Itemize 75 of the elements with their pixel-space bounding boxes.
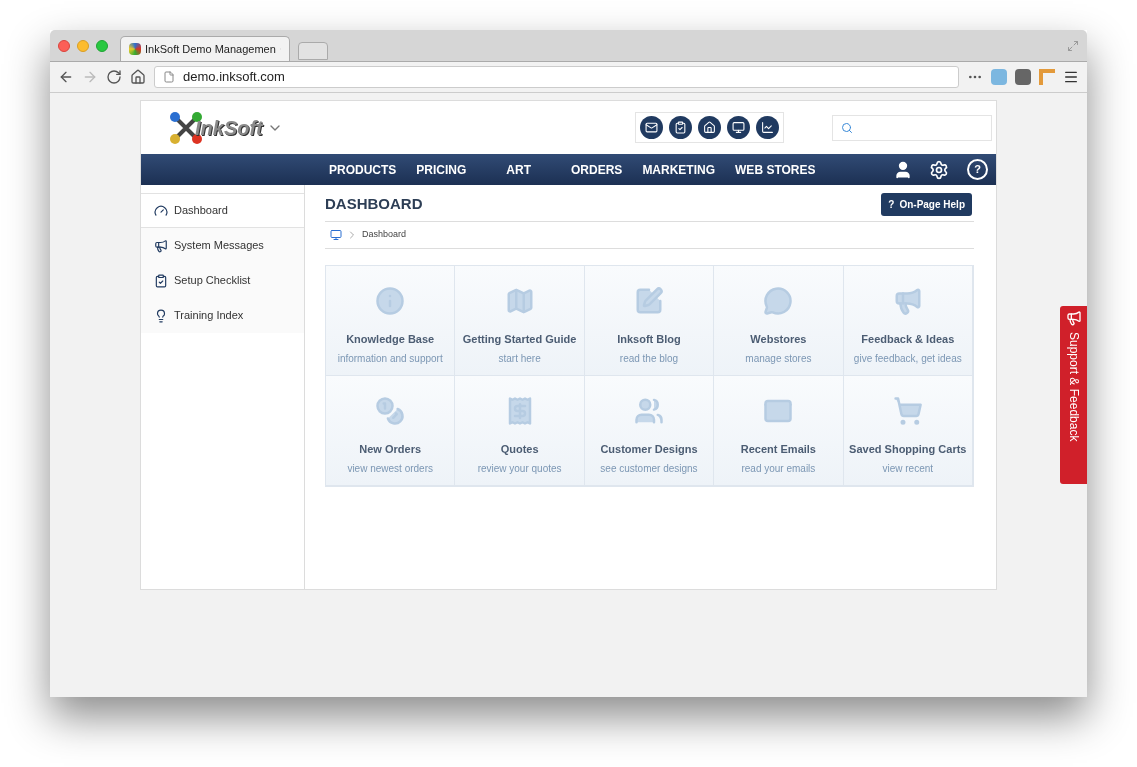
tile-subtitle: start here: [498, 351, 541, 366]
user-icon[interactable]: [893, 159, 913, 180]
home-icon[interactable]: [698, 116, 721, 139]
search-icon: [841, 121, 853, 134]
megaphone-icon: [1065, 310, 1082, 326]
logo-icon: [129, 43, 141, 55]
people-icon: [634, 396, 664, 426]
tile-title: Feedback & Ideas: [861, 332, 955, 347]
help-button[interactable]: ?: [967, 159, 988, 180]
mail-icon[interactable]: [640, 116, 663, 139]
edit-icon: [634, 286, 664, 316]
lightbulb-icon: [154, 308, 168, 323]
speech-bubble-icon: [763, 286, 794, 316]
help-button[interactable]: ? On-Page Help: [881, 193, 972, 216]
nav-link[interactable]: ORDERS: [561, 160, 633, 179]
tile-title: Webstores: [750, 332, 807, 347]
tile-subtitle: view newest orders: [347, 461, 433, 476]
sidebar-item[interactable]: Setup Checklist: [141, 263, 304, 298]
home-icon[interactable]: [130, 69, 146, 85]
tile-title: Inksoft Blog: [617, 332, 681, 347]
settings-icon[interactable]: [929, 159, 949, 180]
computer-icon[interactable]: [330, 229, 342, 241]
clipboard-icon: [154, 273, 168, 288]
tile-title: Getting Started Guide: [462, 332, 577, 347]
tile-title: Knowledge Base: [346, 332, 435, 347]
tile-subtitle: view recent: [882, 461, 934, 476]
cart-icon: [892, 396, 923, 426]
address-bar[interactable]: demo.inksoft.com: [154, 66, 959, 88]
monitor-icon[interactable]: [727, 116, 750, 139]
clipboard-icon[interactable]: [669, 116, 692, 139]
tile-subtitle: read the blog: [619, 351, 679, 366]
dashboard-tile[interactable]: Feedback & Ideas give feedback, get ideas: [843, 266, 973, 376]
menu-icon[interactable]: [1063, 69, 1079, 85]
tile-subtitle: read your emails: [741, 461, 816, 476]
tile-subtitle: review your quotes: [477, 461, 562, 476]
sidebar-item[interactable]: Training Index: [141, 298, 304, 333]
tile-subtitle: give feedback, get ideas: [853, 351, 962, 366]
nav-link[interactable]: PRICING: [406, 160, 477, 179]
tab-title: InkSoft Demo Managemen: [145, 41, 276, 57]
nav-link[interactable]: PRODUCTS: [319, 160, 407, 179]
tile-title: Quotes: [500, 442, 539, 457]
dashboard-tile[interactable]: Recent Emails read your emails: [714, 376, 844, 486]
search-field[interactable]: [832, 114, 992, 141]
nav-link[interactable]: WEB STORES: [725, 160, 826, 179]
tile-title: Recent Emails: [740, 442, 816, 457]
sidebar-item[interactable]: Dashboard: [141, 193, 304, 228]
dashboard-tile[interactable]: Knowledge Base information and support: [326, 266, 456, 376]
back-icon[interactable]: [58, 69, 74, 85]
support-feedback-tab[interactable]: Support & Feedback: [1060, 306, 1087, 484]
tile-subtitle: see customer designs: [600, 461, 698, 476]
chart-icon[interactable]: [756, 116, 779, 139]
browser-tab[interactable]: InkSoft Demo Managemen: [120, 36, 290, 61]
sidebar-item[interactable]: System Messages: [141, 228, 304, 263]
page-title: DASHBOARD: [325, 194, 423, 215]
tile-subtitle: manage stores: [745, 351, 812, 366]
dashboard-tile[interactable]: New Orders view newest orders: [326, 376, 456, 486]
close-window-icon[interactable]: [58, 39, 70, 52]
nav-link[interactable]: ART: [484, 160, 554, 179]
nav-link[interactable]: MARKETING: [632, 160, 726, 179]
tile-subtitle: information and support: [337, 351, 443, 366]
dashboard-tile[interactable]: Webstores manage stores: [714, 266, 844, 376]
dashboard-tile[interactable]: Saved Shopping Carts view recent: [843, 376, 973, 486]
dashboard-tile[interactable]: Quotes review your quotes: [455, 376, 585, 486]
coins-icon: [375, 396, 406, 426]
info-icon: [375, 286, 406, 316]
dashboard-tile[interactable]: Customer Designs see customer designs: [584, 376, 715, 486]
megaphone-icon: [154, 238, 168, 253]
tile-title: Saved Shopping Carts: [849, 442, 967, 457]
breadcrumb[interactable]: Dashboard: [362, 228, 407, 242]
reload-icon[interactable]: [106, 69, 122, 85]
dashboard-tile[interactable]: Inksoft Blog read the blog: [584, 266, 715, 376]
gauge-icon: [154, 203, 168, 218]
dashboard-tile[interactable]: Getting Started Guide start here: [455, 266, 585, 376]
tile-title: New Orders: [359, 442, 422, 457]
tile-title: Customer Designs: [600, 442, 698, 457]
